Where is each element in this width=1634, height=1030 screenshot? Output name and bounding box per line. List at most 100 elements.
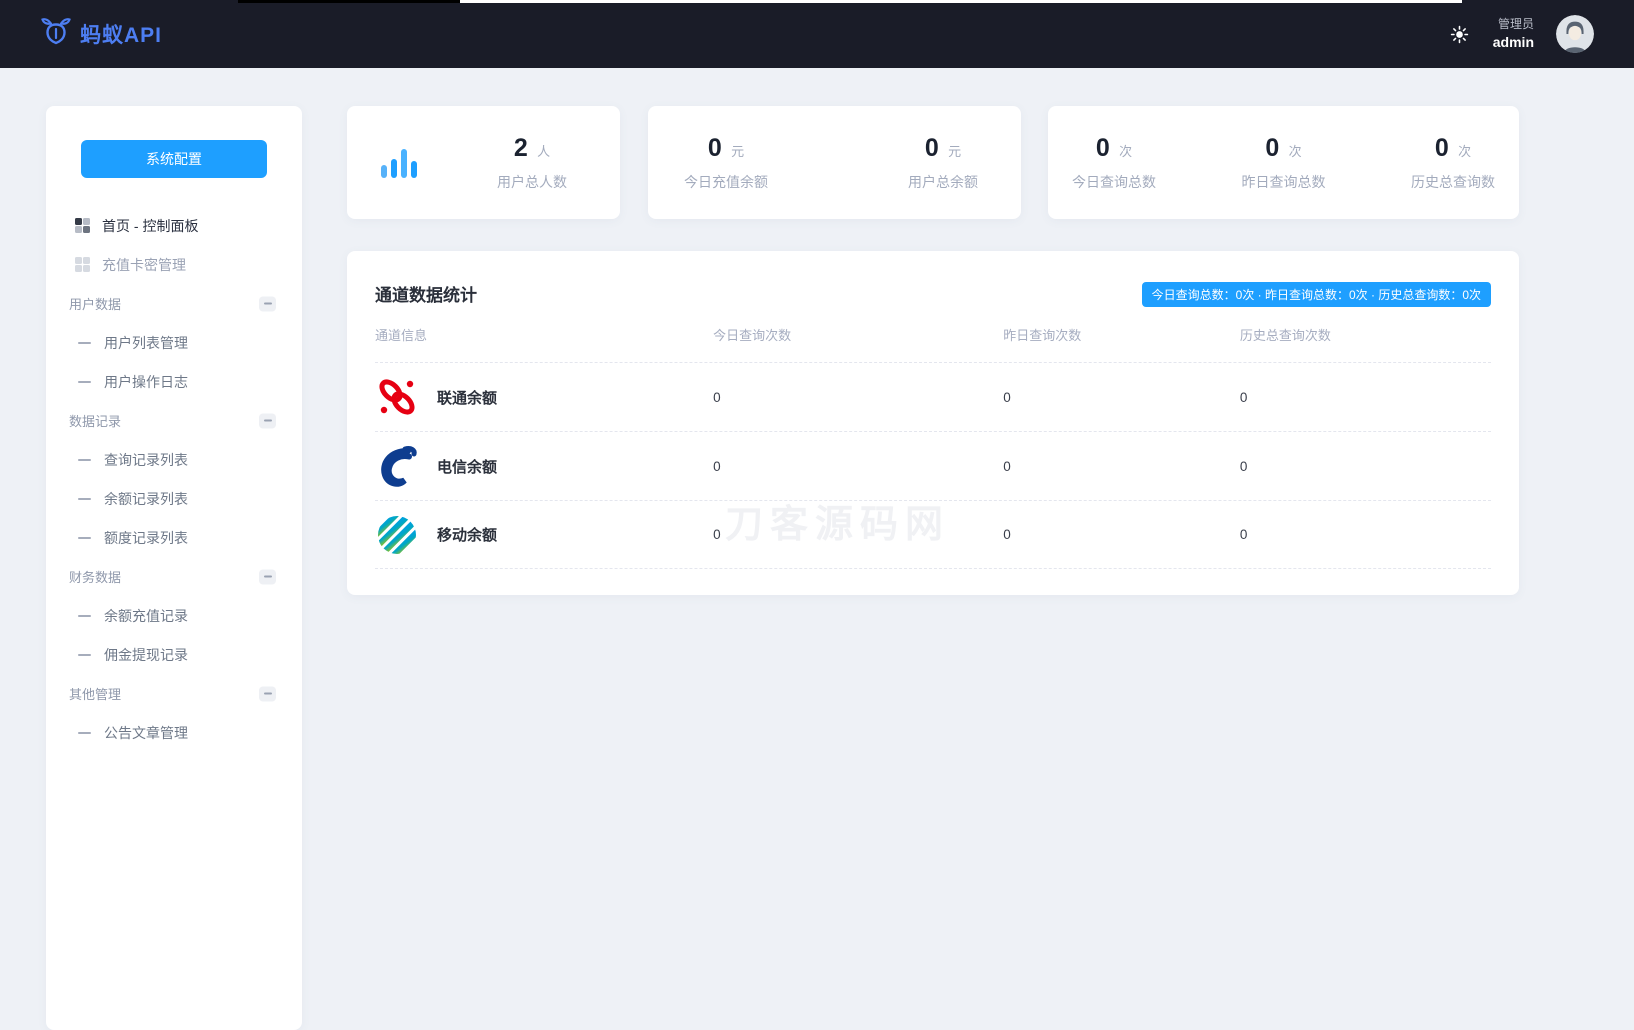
stat-yesterday-queries: 0 次 昨日查询总数 [1236, 134, 1332, 192]
channel-yesterday-count: 0 [1003, 527, 1240, 542]
sidebar-item-label: 用户列表管理 [104, 333, 188, 353]
grid-icon [75, 218, 90, 233]
user-role: 管理员 [1493, 16, 1534, 32]
sidebar-item-label: 查询记录列表 [104, 450, 188, 470]
stat-label: 历史总查询数 [1405, 172, 1501, 192]
sidebar: 系统配置 首页 - 控制面板 充值卡密管理 用户数据 用户列表管理 用户操作日志 [46, 106, 302, 1030]
ant-logo-icon [40, 16, 72, 53]
stat-value: 2 [514, 134, 528, 162]
sidebar-menu: 首页 - 控制面板 充值卡密管理 用户数据 用户列表管理 用户操作日志 数据记录 [46, 206, 302, 752]
sidebar-item-recharge-cards[interactable]: 充值卡密管理 [46, 245, 302, 284]
sidebar-item-user-list[interactable]: 用户列表管理 [46, 323, 302, 362]
table-row-unicom: 联通余额 0 0 0 [375, 362, 1491, 431]
user-name: admin [1493, 33, 1534, 52]
bar-chart-icon [381, 148, 417, 178]
dash-bullet-icon [78, 654, 91, 656]
browser-edge-artifact [0, 0, 1634, 3]
user-meta[interactable]: 管理员 admin [1493, 16, 1534, 51]
sidebar-item-quota-records[interactable]: 额度记录列表 [46, 518, 302, 557]
panel-title: 通道数据统计 [375, 286, 477, 305]
sidebar-item-label: 首页 - 控制面板 [102, 216, 198, 236]
collapse-minus-icon[interactable] [259, 686, 276, 701]
navbar-right: 管理员 admin [1449, 15, 1594, 53]
stat-today-recharge: 0 元 今日充值余额 [678, 134, 774, 192]
sidebar-item-announcements[interactable]: 公告文章管理 [46, 713, 302, 752]
channel-name: 电信余额 [437, 456, 497, 477]
table-header-row: 通道信息 今日查询次数 昨日查询次数 历史总查询次数 [375, 306, 1491, 362]
collapse-minus-icon[interactable] [259, 296, 276, 311]
channel-total-count: 0 [1240, 390, 1491, 405]
stat-card-queries: 0 次 今日查询总数 0 次 昨日查询总数 0 次 历史总查询数 [1048, 106, 1519, 219]
stat-unit: 次 [1119, 144, 1132, 159]
table-row-mobile: 移动余额 0 0 0 [375, 500, 1491, 569]
sidebar-item-user-logs[interactable]: 用户操作日志 [46, 362, 302, 401]
sidebar-section-user-data: 用户数据 [46, 284, 302, 323]
col-header-total: 历史总查询次数 [1240, 325, 1491, 344]
stat-card-balance: 0 元 今日充值余额 0 元 用户总余额 [648, 106, 1021, 219]
col-header-channel: 通道信息 [375, 325, 713, 344]
stat-value: 0 [708, 134, 722, 162]
stat-users-total: 2 人 用户总人数 [484, 134, 580, 192]
stat-unit: 元 [948, 144, 961, 159]
sidebar-section-data-records: 数据记录 [46, 401, 302, 440]
query-summary-badge: 今日查询总数：0次 · 昨日查询总数：0次 · 历史总查询数：0次 [1142, 282, 1491, 307]
channel-total-count: 0 [1240, 459, 1491, 474]
stat-total-balance: 0 元 用户总余额 [895, 134, 991, 192]
stat-value: 0 [1096, 134, 1110, 162]
channel-yesterday-count: 0 [1003, 459, 1240, 474]
collapse-minus-icon[interactable] [259, 413, 276, 428]
sidebar-item-commission-withdraw[interactable]: 佣金提现记录 [46, 635, 302, 674]
stat-value: 0 [1265, 134, 1279, 162]
collapse-minus-icon[interactable] [259, 569, 276, 584]
section-label: 用户数据 [69, 294, 121, 313]
sidebar-item-balance-records[interactable]: 余额记录列表 [46, 479, 302, 518]
table-row-telecom: 电信余额 0 0 0 [375, 431, 1491, 500]
channel-name: 联通余额 [437, 387, 497, 408]
app-root: 蚂蚁API 管理员 admin [0, 0, 1634, 1030]
sidebar-item-label: 充值卡密管理 [102, 255, 186, 275]
stat-label: 用户总余额 [895, 172, 991, 192]
sidebar-item-label: 余额充值记录 [104, 606, 188, 626]
stat-today-queries: 0 次 今日查询总数 [1066, 134, 1162, 192]
channel-name: 移动余额 [437, 524, 497, 545]
channel-total-count: 0 [1240, 527, 1491, 542]
sidebar-item-recharge-records[interactable]: 余额充值记录 [46, 596, 302, 635]
dash-bullet-icon [78, 459, 91, 461]
sidebar-item-query-records[interactable]: 查询记录列表 [46, 440, 302, 479]
dash-bullet-icon [78, 498, 91, 500]
section-label: 其他管理 [69, 684, 121, 703]
top-navbar: 蚂蚁API 管理员 admin [0, 0, 1634, 68]
brand-logo[interactable]: 蚂蚁API [40, 16, 162, 53]
channel-today-count: 0 [713, 527, 1003, 542]
sidebar-item-label: 余额记录列表 [104, 489, 188, 509]
channel-today-count: 0 [713, 459, 1003, 474]
theme-sun-icon[interactable] [1449, 23, 1471, 45]
stat-label: 用户总人数 [484, 172, 580, 192]
stat-unit: 元 [731, 144, 744, 159]
col-header-yesterday: 昨日查询次数 [1003, 325, 1240, 344]
china-mobile-logo-icon [375, 513, 419, 557]
system-config-button[interactable]: 系统配置 [81, 140, 267, 178]
user-avatar[interactable] [1556, 15, 1594, 53]
stat-label: 昨日查询总数 [1236, 172, 1332, 192]
sidebar-item-home[interactable]: 首页 - 控制面板 [46, 206, 302, 245]
stat-value: 0 [1435, 134, 1449, 162]
sidebar-section-other: 其他管理 [46, 674, 302, 713]
col-header-today: 今日查询次数 [713, 325, 1003, 344]
grid-icon [75, 257, 90, 272]
stat-unit: 次 [1458, 144, 1471, 159]
dash-bullet-icon [78, 381, 91, 383]
channel-yesterday-count: 0 [1003, 390, 1240, 405]
section-label: 数据记录 [69, 411, 121, 430]
stat-card-users: 2 人 用户总人数 [347, 106, 620, 219]
sidebar-section-finance: 财务数据 [46, 557, 302, 596]
stat-value: 0 [925, 134, 939, 162]
stat-unit: 次 [1289, 144, 1302, 159]
stat-label: 今日充值余额 [678, 172, 774, 192]
dash-bullet-icon [78, 615, 91, 617]
stat-label: 今日查询总数 [1066, 172, 1162, 192]
channel-table: 通道信息 今日查询次数 昨日查询次数 历史总查询次数 [375, 306, 1491, 569]
china-telecom-logo-icon [375, 444, 419, 488]
china-unicom-logo-icon [375, 375, 419, 419]
stat-history-queries: 0 次 历史总查询数 [1405, 134, 1501, 192]
